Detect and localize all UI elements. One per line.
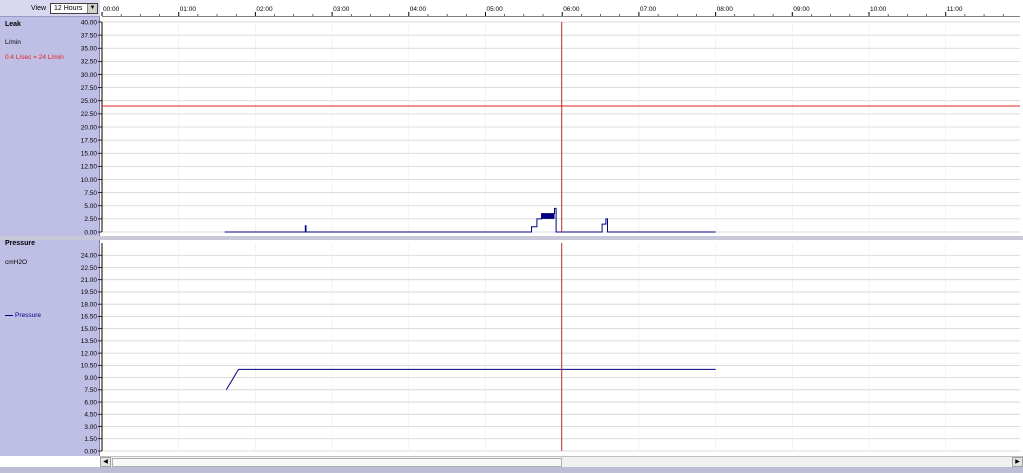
leak-y-tick-label: 7.50 xyxy=(84,190,97,197)
leak-y-tick-label: 2.50 xyxy=(84,216,97,223)
x-tick-label: 03:00 xyxy=(333,6,350,13)
x-tick-label: 05:00 xyxy=(487,6,504,13)
x-tick-label: 06:00 xyxy=(563,6,580,13)
pressure-y-tick-label: 24.00 xyxy=(81,253,98,260)
pressure-y-tick-label: 1.50 xyxy=(84,436,97,443)
pressure-y-tick-label: 0.00 xyxy=(84,448,97,455)
pressure-y-tick-label: 9.00 xyxy=(84,375,97,382)
pressure-y-tick-label: 18.00 xyxy=(81,301,98,308)
pressure-y-tick-label: 10.50 xyxy=(81,363,98,370)
leak-y-tick-label: 15.00 xyxy=(81,151,98,158)
pressure-y-tick-label: 6.00 xyxy=(84,399,97,406)
pressure-y-tick-label: 16.50 xyxy=(81,314,98,321)
horizontal-scrollbar[interactable]: ◀ ▶ xyxy=(100,456,1023,467)
pressure-series-line xyxy=(225,368,716,391)
x-tick-label: 00:00 xyxy=(103,6,120,13)
leak-y-tick-label: 10.00 xyxy=(81,177,98,184)
x-tick-label: 04:00 xyxy=(410,6,427,13)
leak-series-line xyxy=(224,207,716,233)
leak-y-tick-label: 40.00 xyxy=(81,19,98,26)
leak-y-tick-label: 25.00 xyxy=(81,98,98,105)
pressure-y-tick-label: 3.00 xyxy=(84,424,97,431)
scroll-thumb[interactable] xyxy=(112,458,562,467)
scroll-left-button[interactable]: ◀ xyxy=(100,457,111,467)
pressure-y-tick-label: 13.50 xyxy=(81,338,98,345)
x-tick-label: 10:00 xyxy=(870,6,887,13)
leak-y-tick-label: 37.50 xyxy=(81,32,98,39)
x-tick-label: 09:00 xyxy=(793,6,810,13)
leak-spike-block xyxy=(541,213,555,219)
leak-y-tick-label: 22.50 xyxy=(81,111,98,118)
pressure-y-tick-label: 7.50 xyxy=(84,387,97,394)
leak-y-tick-label: 0.00 xyxy=(84,229,97,236)
x-tick-label: 08:00 xyxy=(717,6,734,13)
chart-canvas: 00:00 01:00 02:00 03:00 04:00 05:00 06:00 07:00… xyxy=(81,6,1020,455)
leak-y-tick-label: 35.00 xyxy=(81,46,98,53)
x-tick-label: 01:00 xyxy=(180,6,197,13)
x-tick-label: 02:00 xyxy=(256,6,273,13)
pressure-y-tick-label: 19.50 xyxy=(81,289,98,296)
x-tick-label: 07:00 xyxy=(640,6,657,13)
x-tick-label: 11:00 xyxy=(947,6,963,13)
leak-y-tick-label: 12.50 xyxy=(81,164,98,171)
leak-y-tick-label: 17.50 xyxy=(81,137,98,144)
status-strip xyxy=(0,467,1023,473)
leak-y-tick-label: 30.00 xyxy=(81,72,98,79)
leak-y-tick-label: 20.00 xyxy=(81,124,98,131)
leak-y-tick-label: 5.00 xyxy=(84,203,97,210)
pressure-y-tick-label: 15.00 xyxy=(81,326,98,333)
pressure-y-tick-label: 4.50 xyxy=(84,412,97,419)
leak-y-tick-label: 27.50 xyxy=(81,85,98,92)
pressure-y-tick-label: 12.00 xyxy=(81,350,98,357)
scroll-right-button[interactable]: ▶ xyxy=(1012,457,1023,467)
leak-y-tick-label: 32.50 xyxy=(81,59,98,66)
pressure-y-tick-label: 21.00 xyxy=(81,277,98,284)
pressure-y-tick-label: 22.50 xyxy=(81,265,98,272)
